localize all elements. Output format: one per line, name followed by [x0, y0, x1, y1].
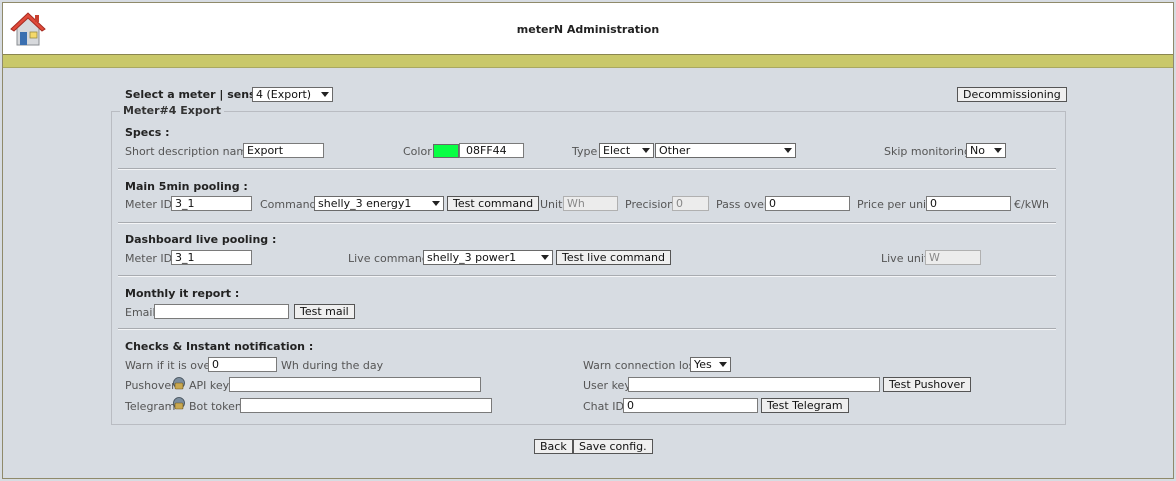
color-input[interactable]: 08FF44: [459, 143, 524, 158]
meter-id-input[interactable]: 3_1: [171, 196, 252, 211]
color-value: 08FF44: [466, 144, 507, 157]
section-divider: [118, 168, 1056, 170]
bot-token-input[interactable]: [240, 398, 492, 413]
type-select-value: Elect: [603, 144, 631, 157]
skip-monitoring-value: No: [970, 144, 985, 157]
bot-token-label: Bot token: [189, 400, 242, 413]
color-label: Color: [403, 145, 432, 158]
live-command-label: Live command: [348, 252, 429, 265]
conn-lost-label: Warn connection lost: [583, 359, 699, 372]
precision-input: 0: [672, 196, 709, 211]
page-title: meterN Administration: [516, 23, 660, 36]
warn-label: Warn if it is over: [125, 359, 215, 372]
color-swatch: [433, 144, 459, 158]
type-detail-select[interactable]: Other: [655, 143, 796, 158]
test-pushover-button[interactable]: Test Pushover: [883, 377, 971, 392]
chevron-down-icon: [541, 255, 549, 260]
passover-input[interactable]: 0: [765, 196, 850, 211]
chevron-down-icon: [719, 362, 727, 367]
command-select[interactable]: shelly_3 energy1: [314, 196, 444, 211]
precision-label: Precision: [625, 198, 675, 211]
skip-monitoring-select[interactable]: No: [966, 143, 1006, 158]
price-unit: €/kWh: [1014, 198, 1049, 211]
conn-lost-value: Yes: [694, 358, 712, 371]
fieldset-legend: Meter#4 Export: [120, 104, 224, 117]
chevron-down-icon: [784, 148, 792, 153]
api-key-input[interactable]: [229, 377, 481, 392]
telegram-label: Telegram: [125, 400, 176, 413]
decommission-button[interactable]: Decommissioning: [957, 87, 1067, 102]
command-label: Command: [260, 198, 317, 211]
live-command-select[interactable]: shelly_3 power1: [423, 250, 553, 265]
header-bar: [3, 55, 1173, 68]
email-input[interactable]: [154, 304, 289, 319]
chevron-down-icon: [642, 148, 650, 153]
passover-label: Pass over: [716, 198, 769, 211]
test-command-button[interactable]: Test command: [447, 196, 540, 211]
chat-id-input[interactable]: 0: [623, 398, 758, 413]
section-divider: [118, 328, 1056, 330]
pushover-label: Pushover: [125, 379, 176, 392]
live-meter-id-label: Meter ID: [125, 252, 173, 265]
live-heading: Dashboard live pooling :: [125, 233, 277, 246]
back-button[interactable]: Back: [534, 439, 573, 454]
help-icon[interactable]: [172, 397, 186, 410]
email-label: Email: [125, 306, 156, 319]
skip-monitoring-label: Skip monitoring: [884, 145, 971, 158]
help-icon[interactable]: [172, 377, 186, 390]
section-divider: [118, 275, 1056, 277]
command-select-value: shelly_3 energy1: [318, 197, 412, 210]
page-header: meterN Administration: [3, 3, 1173, 55]
live-command-value: shelly_3 power1: [427, 251, 517, 264]
pooling-heading: Main 5min pooling :: [125, 180, 248, 193]
chat-id-label: Chat ID: [583, 400, 624, 413]
user-key-label: User key: [583, 379, 631, 392]
warn-input[interactable]: 0: [208, 357, 277, 372]
short-desc-label: Short description name: [125, 145, 254, 158]
unit-input: Wh: [563, 196, 618, 211]
short-desc-input[interactable]: Export: [243, 143, 324, 158]
warn-suffix: Wh during the day: [281, 359, 384, 372]
conn-lost-select[interactable]: Yes: [690, 357, 731, 372]
meter-select-value: 4 (Export): [256, 88, 312, 101]
meter-select[interactable]: 4 (Export): [252, 87, 333, 102]
api-key-label: API key: [189, 379, 230, 392]
unit-label: Unit: [540, 198, 563, 211]
price-label: Price per unit: [857, 198, 931, 211]
type-label: Type: [572, 145, 598, 158]
chevron-down-icon: [994, 148, 1002, 153]
test-telegram-button[interactable]: Test Telegram: [761, 398, 849, 413]
price-input[interactable]: 0: [926, 196, 1011, 211]
section-divider: [118, 222, 1056, 224]
user-key-input[interactable]: [628, 377, 880, 392]
live-unit-input: W: [925, 250, 981, 265]
save-config-button[interactable]: Save config.: [573, 439, 653, 454]
meter-id-label: Meter ID: [125, 198, 173, 211]
live-unit-label: Live unit: [881, 252, 929, 265]
checks-heading: Checks & Instant notification :: [125, 340, 314, 353]
test-mail-button[interactable]: Test mail: [294, 304, 355, 319]
specs-heading: Specs :: [125, 126, 170, 139]
type-select[interactable]: Elect: [599, 143, 654, 158]
test-live-command-button[interactable]: Test live command: [556, 250, 671, 265]
chevron-down-icon: [432, 201, 440, 206]
chevron-down-icon: [321, 92, 329, 97]
report-heading: Monthly it report :: [125, 287, 240, 300]
live-meter-id-input[interactable]: 3_1: [171, 250, 252, 265]
type-detail-value: Other: [659, 144, 691, 157]
